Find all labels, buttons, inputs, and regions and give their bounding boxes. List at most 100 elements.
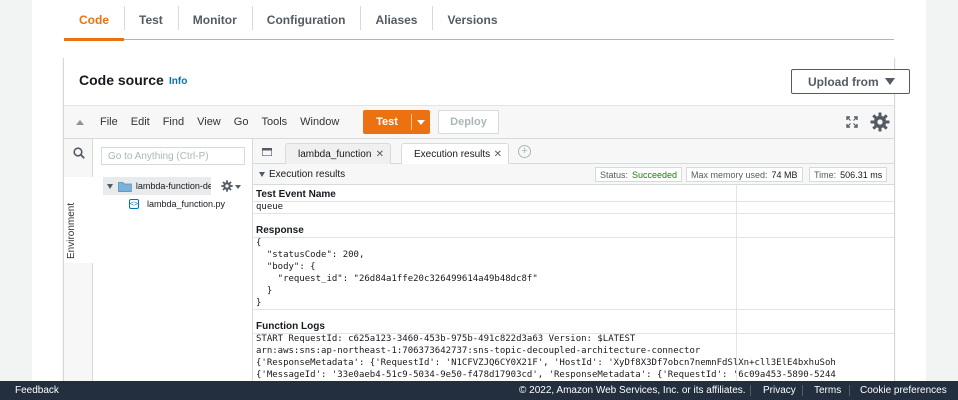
editor-tab-execution-results[interactable]: Execution results ✕ <box>401 143 509 164</box>
close-icon[interactable]: ✕ <box>376 149 384 160</box>
status-label: Status: <box>600 169 629 180</box>
collapse-up-icon[interactable] <box>76 120 84 125</box>
terms-link[interactable]: Terms <box>814 385 841 396</box>
tab-test[interactable]: Test <box>124 0 178 40</box>
left-rail: Environment <box>64 139 93 400</box>
log-line: arn:aws:sns:ap-northeast-1:706373642737:… <box>256 346 701 356</box>
menu-find[interactable]: Find <box>163 116 184 128</box>
test-button[interactable]: Test <box>363 110 430 134</box>
tab-aliases[interactable]: Aliases <box>360 0 432 40</box>
log-line: {'MessageId': '33e0aeb4-51c9-5034-9e50-f… <box>256 370 836 380</box>
response-line: "statusCode": 200, <box>256 250 365 260</box>
time-value: 506.31 ms <box>840 169 883 180</box>
execution-results-content: Test Event Name queue Response { "status… <box>253 185 894 400</box>
python-file-icon: <> <box>129 199 139 209</box>
caret-down-icon <box>885 78 895 85</box>
footer-divider <box>802 385 803 396</box>
code-source-title: Code source <box>79 72 164 88</box>
execution-results-bar: Execution results Status: Succeeded Max … <box>253 164 894 185</box>
response-line: "request_id": "26d84a1ffe20c326499614a49… <box>256 274 538 284</box>
gear-icon[interactable] <box>870 112 890 132</box>
test-button-divider <box>411 114 412 130</box>
tab-label: Configuration <box>266 13 346 27</box>
file-tree: lambda-function-de <> l <box>93 139 253 400</box>
response-line: } <box>256 286 273 296</box>
add-tab-icon[interactable]: + <box>518 145 531 158</box>
status-badge: Status: Succeeded <box>595 167 683 182</box>
editor-area: lambda_function ✕ Execution results ✕ + … <box>253 139 894 400</box>
folder-label: lambda-function-de <box>135 181 211 191</box>
tab-label: Monitor <box>192 13 237 27</box>
upload-from-button[interactable]: Upload from <box>791 69 910 94</box>
tab-monitor[interactable]: Monitor <box>177 0 252 40</box>
divider <box>253 237 894 238</box>
tree-file-item[interactable]: <> lambda_function.py <box>129 197 225 211</box>
environment-label: Environment <box>66 202 77 259</box>
test-dropdown-icon[interactable] <box>417 120 425 125</box>
function-tabs: Code Test Monitor Configuration Aliases … <box>64 0 894 41</box>
editor-tab-label: Execution results <box>414 148 490 160</box>
file-label: lambda_function.py <box>147 199 226 209</box>
function-logs-heading: Function Logs <box>256 321 325 332</box>
tree-folder-item[interactable]: lambda-function-de <box>103 177 211 195</box>
test-button-label: Test <box>376 116 398 128</box>
editor-tab-lambda-function[interactable]: lambda_function ✕ <box>285 143 391 164</box>
log-line: {'ResponseMetadata': {'RequestId': 'N1CF… <box>256 358 836 368</box>
expand-triangle-icon[interactable] <box>107 183 113 189</box>
time-badge: Time: 506.31 ms <box>809 167 888 182</box>
time-label: Time: <box>814 169 837 180</box>
menu-edit[interactable]: Edit <box>131 116 150 128</box>
privacy-link[interactable]: Privacy <box>763 385 796 396</box>
tree-settings-gear-icon[interactable] <box>221 180 233 192</box>
editor-tab-label: lambda_function <box>298 148 372 160</box>
code-source-panel: Code source Info Upload from File Edit F… <box>64 57 910 400</box>
tab-label: Aliases <box>375 13 418 27</box>
tab-versions[interactable]: Versions <box>432 0 512 40</box>
feedback-link[interactable]: Feedback <box>15 385 59 396</box>
menu-file[interactable]: File <box>100 116 118 128</box>
footer-divider <box>750 385 751 396</box>
fullscreen-icon[interactable] <box>846 116 858 128</box>
divider <box>253 201 894 202</box>
go-to-anything-input[interactable] <box>101 147 245 165</box>
deploy-button[interactable]: Deploy <box>438 110 499 134</box>
upload-from-label: Upload from <box>808 74 879 89</box>
ide-menu-bar: File Edit Find View Go Tools Window <box>100 116 352 128</box>
execution-results-title: Execution results <box>269 169 346 180</box>
memory-value: 74 MB <box>771 169 798 180</box>
tab-label: Versions <box>447 13 498 27</box>
cookie-preferences-link[interactable]: Cookie preferences <box>860 385 947 396</box>
menu-view[interactable]: View <box>197 116 221 128</box>
folder-icon <box>118 181 132 192</box>
memory-label: Max memory used: <box>691 169 768 180</box>
response-heading: Response <box>256 225 304 236</box>
execution-results-toggle[interactable]: Execution results <box>259 169 345 180</box>
tab-configuration[interactable]: Configuration <box>251 0 361 40</box>
memory-badge: Max memory used: 74 MB <box>686 167 803 182</box>
tab-code[interactable]: Code <box>64 0 124 41</box>
editor-tab-bar: lambda_function ✕ Execution results ✕ + <box>253 139 894 164</box>
divider <box>253 213 894 214</box>
info-link[interactable]: Info <box>169 76 187 87</box>
tab-list-icon[interactable] <box>262 148 272 156</box>
menu-go[interactable]: Go <box>234 116 249 128</box>
tree-settings-caret-icon[interactable] <box>235 185 241 189</box>
menu-window[interactable]: Window <box>300 116 339 128</box>
response-line: { <box>256 238 262 248</box>
divider <box>253 309 894 310</box>
log-line: START RequestId: c625a123-3460-453b-975b… <box>256 334 636 344</box>
search-icon[interactable] <box>73 147 85 159</box>
console-footer: Feedback © 2022, Amazon Web Services, In… <box>0 381 958 400</box>
status-value: Succeeded <box>632 169 678 180</box>
tab-label: Code <box>79 13 109 27</box>
menu-tools[interactable]: Tools <box>261 116 287 128</box>
copyright-text: © 2022, Amazon Web Services, Inc. or its… <box>519 385 746 396</box>
ide-toolbar: File Edit Find View Go Tools Window Test… <box>64 106 894 139</box>
code-editor-ide: File Edit Find View Go Tools Window Test… <box>64 105 894 400</box>
response-line: } <box>256 298 262 308</box>
test-event-name: queue <box>256 202 284 212</box>
code-source-header: Code source Info Upload from <box>64 57 910 105</box>
environment-tab[interactable]: Environment <box>64 177 93 263</box>
close-icon[interactable]: ✕ <box>494 149 502 160</box>
tab-label: Test <box>139 13 163 27</box>
